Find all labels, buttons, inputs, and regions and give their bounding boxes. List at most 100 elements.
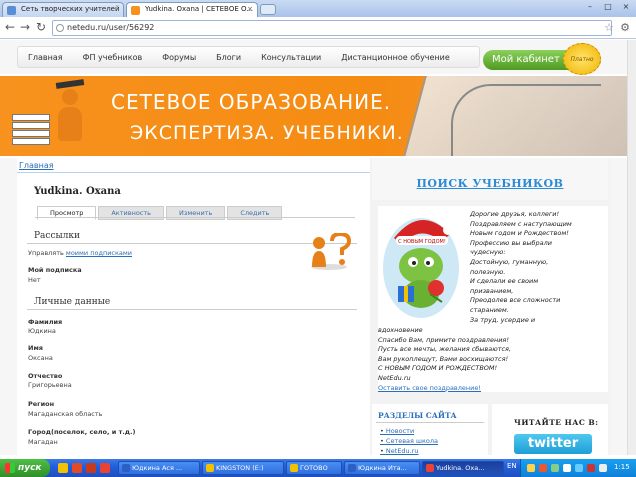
nav-home[interactable]: Главная — [18, 53, 73, 62]
poem-line: вдохновение — [378, 326, 423, 334]
tray-icon[interactable] — [563, 464, 571, 472]
greeting-poem-continued: вдохновение Спасибо Вам, примите поздрав… — [378, 326, 608, 393]
my-subscription-value: Нет — [28, 276, 41, 284]
poem-line: Новым годом и Рождеством! — [470, 229, 569, 238]
start-button[interactable]: пуск — [0, 459, 50, 477]
manage-subscriptions-link[interactable]: моими подписками — [66, 249, 132, 257]
taskbar-window-button[interactable]: ГОТОВО — [286, 461, 342, 475]
window-controls: – □ × — [582, 1, 634, 13]
poem-line: Вам рукоплещут, Вами восхищаются! — [378, 354, 509, 363]
poem-line: Поздравляем с наступающим — [470, 219, 572, 228]
poem-line: Преодолев все сложности — [470, 296, 561, 305]
quicklaunch-app-icon[interactable] — [72, 463, 82, 473]
site-sections-block: РАЗДЕЛЫ САЙТА Новости Сетевая школа NetE… — [372, 404, 488, 455]
field-value-region: Магаданская область — [28, 410, 103, 418]
tray-icon[interactable] — [551, 464, 559, 472]
tray-icon[interactable] — [587, 464, 595, 472]
taskbar-window-button[interactable]: Юдкина Ита... — [344, 461, 420, 475]
nav-forums[interactable]: Форумы — [152, 53, 206, 62]
taskbar-window-button-active[interactable]: Yudkina. Oxa... — [422, 461, 504, 475]
nav-textbooks[interactable]: ФП учебников — [73, 53, 153, 62]
poem-line: С НОВЫМ ГОДОМ И РОЖДЕСТВОМ! — [378, 364, 498, 373]
minimize-icon[interactable]: – — [582, 1, 598, 13]
quicklaunch-folder-icon[interactable] — [58, 463, 68, 473]
read-us-block: ЧИТАЙТЕ НАС В: twitter — [492, 404, 608, 455]
section-link-network-school[interactable]: Сетевая школа — [380, 437, 438, 445]
tab-title: Yudkina. Oxana | СЕТЕВОЕ О... — [145, 5, 254, 13]
breadcrumb-home[interactable]: Главная — [19, 161, 54, 170]
chrome-icon — [426, 464, 434, 472]
browser-tab-teachers[interactable]: Сеть творческих учителей — [2, 2, 124, 17]
main-menu: Главная ФП учебников Форумы Блоги Консул… — [17, 46, 480, 68]
windows-flag-icon — [5, 463, 15, 473]
close-window-icon[interactable]: × — [618, 1, 634, 13]
bookmark-star-icon[interactable]: ☆ — [604, 21, 614, 34]
maximize-icon[interactable]: □ — [600, 1, 616, 13]
banner-slogan-line2: ЭКСПЕРТИЗА. УЧЕБНИКИ. — [130, 122, 404, 144]
taskbar-window-button[interactable]: Юдкина Ася ... — [118, 461, 200, 475]
reload-icon[interactable]: ↻ — [36, 20, 46, 34]
back-icon[interactable]: ← — [5, 20, 15, 34]
tray-icon[interactable] — [527, 464, 535, 472]
field-value-city: Магадан — [28, 438, 58, 446]
poem-line: Профессию вы выбрали — [470, 238, 552, 247]
dragon-greeting-card-image: С НОВЫМ ГОДОМ! — [380, 208, 462, 320]
taskbar-window-label: ГОТОВО — [300, 464, 328, 472]
browser-tabstrip: Сеть творческих учителей Yudkina. Oxana … — [0, 0, 636, 17]
read-us-title: ЧИТАЙТЕ НАС В: — [514, 418, 599, 427]
sections-title: РАЗДЕЛЫ САЙТА — [378, 411, 457, 420]
quicklaunch-office-icon[interactable] — [86, 463, 96, 473]
taskbar-window-button[interactable]: KINGSTON (E:) — [202, 461, 284, 475]
section-link-netedu[interactable]: NetEdu.ru — [380, 447, 419, 455]
windows-taskbar: пуск Юдкина Ася ... KINGSTON (E:) ГОТОВО… — [0, 459, 636, 477]
language-indicator[interactable]: EN — [507, 462, 517, 470]
poem-line: чудесную: — [470, 248, 506, 257]
poem-line: И сделали ее своим — [470, 277, 539, 286]
profile-content: Главная Yudkina. Oxana Просмотр Активнос… — [17, 158, 370, 455]
manage-prefix: Управлять — [28, 249, 64, 257]
question-person-icon — [311, 233, 352, 270]
greeting-poem: Дорогие друзья, коллеги! Поздравляем с н… — [470, 210, 610, 325]
leave-greeting-link[interactable]: Оставить свое поздравление! — [378, 384, 608, 394]
taskbar-window-label: Юдкина Ася ... — [132, 464, 183, 472]
quicklaunch-chrome-icon[interactable] — [100, 463, 110, 473]
site-favicon-icon — [131, 6, 140, 15]
nav-blogs[interactable]: Блоги — [206, 53, 251, 62]
field-label-patronymic: Отчество — [28, 372, 63, 380]
poem-line: Спасибо Вам, примите поздравления! — [378, 335, 509, 344]
textbook-search-block: ПОИСК УЧЕБНИКОВ — [372, 158, 608, 200]
poem-line: NetEdu.ru — [378, 373, 411, 382]
forward-icon[interactable]: → — [20, 20, 30, 34]
poem-line: полезную. — [470, 267, 506, 276]
nav-consultations[interactable]: Консультации — [251, 53, 331, 62]
divider — [376, 422, 484, 423]
taskbar-window-label: Юдкина Ита... — [358, 464, 407, 472]
page-title: Yudkina. Oxana — [34, 186, 121, 197]
tray-icon[interactable] — [599, 464, 607, 472]
poem-line: Дорогие друзья, коллеги! — [470, 210, 560, 218]
nav-distance-learning[interactable]: Дистанционное обучение — [331, 53, 460, 62]
clock: 1:15 — [614, 463, 630, 471]
twitter-button[interactable]: twitter — [514, 434, 592, 454]
manage-subscriptions-row: Управлять моими подписками — [28, 249, 132, 257]
graduate-mascot-icon — [50, 79, 90, 149]
wrench-menu-icon[interactable]: ⚙ — [620, 21, 630, 34]
new-tab-button[interactable] — [260, 4, 276, 15]
poem-line: призванием, — [470, 286, 514, 295]
browser-tab-profile[interactable]: Yudkina. Oxana | СЕТЕВОЕ О... × — [126, 2, 258, 17]
address-bar[interactable]: netedu.ru/user/56292 — [52, 20, 612, 36]
tab-close-icon[interactable]: × — [247, 5, 253, 13]
browser-toolbar: ← → ↻ netedu.ru/user/56292 ☆ ⚙ — [0, 17, 636, 39]
tray-icon[interactable] — [539, 464, 547, 472]
poem-line: За труд, усердие и — [470, 315, 536, 324]
poem-line: старанием. — [470, 305, 509, 314]
tab-title: Сеть творческих учителей — [21, 5, 120, 13]
folder-icon — [206, 464, 214, 472]
page-scrollbar[interactable] — [627, 40, 636, 455]
textbook-search-link[interactable]: ПОИСК УЧЕБНИКОВ — [372, 177, 608, 190]
tray-icon[interactable] — [575, 464, 583, 472]
section-link-news[interactable]: Новости — [380, 427, 414, 435]
field-label-region: Регион — [28, 400, 55, 408]
site-favicon-icon — [7, 6, 16, 15]
page-margin-left — [0, 158, 17, 455]
